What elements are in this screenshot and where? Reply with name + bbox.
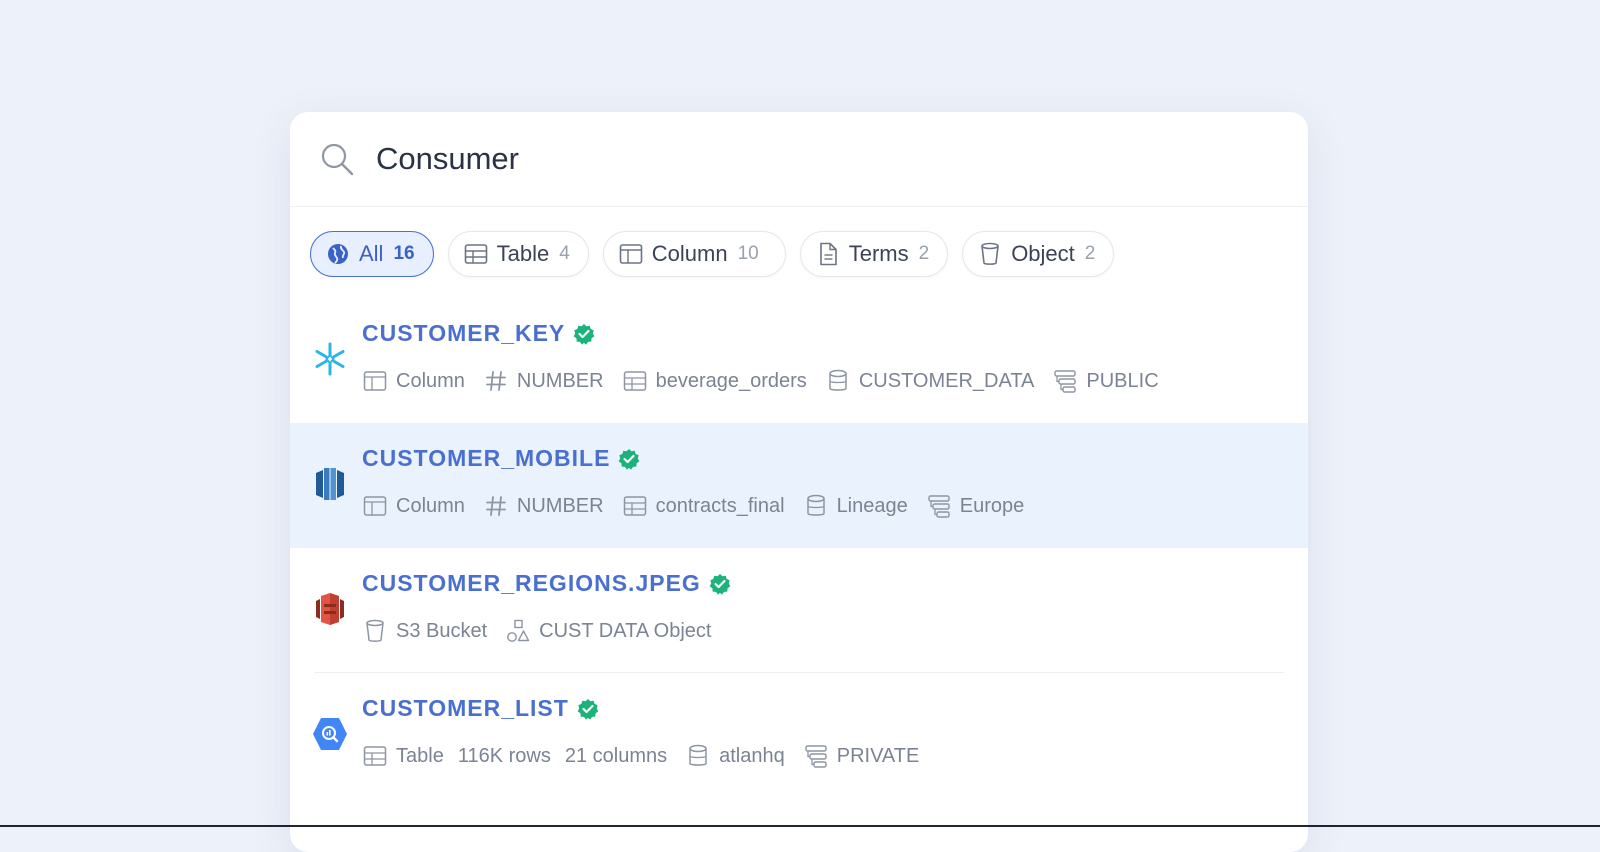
verified-badge-icon: [577, 698, 599, 720]
table-icon: [622, 493, 648, 519]
search-bar: [290, 112, 1308, 207]
snowflake-icon: [312, 341, 348, 377]
table-icon: [622, 368, 648, 394]
result-meta: Column NUMBER beverage_orders CUSTOMER_D…: [362, 368, 1177, 394]
filter-terms-chip[interactable]: Terms 2: [799, 231, 949, 277]
results-list: CUSTOMER_KEY Column NUMBER beverage_orde…: [290, 298, 1308, 798]
filter-label: Column: [651, 241, 728, 266]
verified-badge-icon: [709, 573, 731, 595]
filter-label: Table: [496, 241, 550, 266]
filter-label: Object: [1011, 241, 1075, 266]
filter-count: 2: [918, 243, 930, 264]
document-icon: [815, 241, 841, 267]
filter-object-chip[interactable]: Object 2: [962, 231, 1115, 277]
result-title[interactable]: CUSTOMER_LIST: [362, 695, 569, 722]
globe-icon: [325, 241, 351, 267]
database-icon: [803, 493, 829, 519]
result-meta: Table 116K rows 21 columns atlanhq PRIVA…: [362, 743, 937, 769]
database-icon: [685, 743, 711, 769]
filter-count: 10: [737, 243, 759, 264]
s3-icon: [312, 591, 348, 627]
meta-schema[interactable]: Europe: [960, 495, 1025, 518]
result-title[interactable]: CUSTOMER_MOBILE: [362, 445, 610, 472]
meta-schema[interactable]: PUBLIC: [1086, 370, 1158, 393]
meta-table[interactable]: contracts_final: [656, 495, 785, 518]
table-icon: [362, 743, 388, 769]
schema-icon: [1052, 368, 1078, 394]
column-icon: [362, 493, 388, 519]
meta-datatype: NUMBER: [516, 494, 604, 517]
filter-count: 16: [393, 243, 415, 264]
result-item[interactable]: CUSTOMER_REGIONS.JPEG S3 Bucket CUST DAT…: [290, 548, 1308, 673]
meta-type: Column: [396, 494, 465, 517]
meta-type: Column: [396, 369, 465, 392]
verified-badge-icon: [618, 448, 640, 470]
column-icon: [362, 368, 388, 394]
filter-count: 2: [1084, 243, 1096, 264]
table-icon: [463, 241, 489, 267]
result-meta: S3 Bucket CUST DATA Object: [362, 618, 729, 644]
result-meta: Column NUMBER contracts_final Lineage Eu…: [362, 493, 1042, 519]
filter-column-chip[interactable]: Column 10: [602, 231, 786, 277]
result-title[interactable]: CUSTOMER_KEY: [362, 320, 565, 347]
result-item[interactable]: CUSTOMER_KEY Column NUMBER beverage_orde…: [290, 298, 1308, 423]
meta-database[interactable]: Lineage: [837, 495, 908, 518]
filter-count: 4: [559, 243, 570, 264]
meta-type: S3 Bucket: [396, 619, 488, 642]
schema-icon: [926, 493, 952, 519]
bucket-icon: [362, 618, 388, 644]
meta-table[interactable]: beverage_orders: [656, 370, 807, 393]
meta-column-count: 21 columns: [564, 744, 668, 767]
meta-object[interactable]: CUST DATA Object: [539, 620, 711, 643]
meta-row-count: 116K rows: [457, 744, 551, 767]
shapes-icon: [505, 618, 531, 644]
schema-icon: [803, 743, 829, 769]
database-icon: [825, 368, 851, 394]
filter-label: All: [359, 241, 384, 266]
filter-all-chip[interactable]: All 16: [310, 231, 434, 277]
bigquery-icon: [312, 716, 348, 752]
hash-icon: [483, 493, 509, 519]
filter-chips: All 16 Table 4 Column 10 Terms 2 Object …: [290, 207, 1308, 277]
search-icon: [318, 140, 356, 178]
hash-icon: [483, 368, 509, 394]
result-item[interactable]: CUSTOMER_MOBILE Column NUMBER contracts_…: [290, 423, 1308, 548]
filter-label: Terms: [848, 241, 909, 266]
search-panel: All 16 Table 4 Column 10 Terms 2: [290, 112, 1308, 852]
search-input[interactable]: [374, 140, 1238, 178]
bucket-icon: [977, 241, 1003, 267]
result-title[interactable]: CUSTOMER_REGIONS.JPEG: [362, 570, 701, 597]
meta-database[interactable]: atlanhq: [719, 745, 785, 768]
verified-badge-icon: [573, 323, 595, 345]
meta-datatype: NUMBER: [516, 369, 604, 392]
result-item[interactable]: CUSTOMER_LIST Table 116K rows 21 columns…: [290, 673, 1308, 798]
meta-type: Table: [396, 744, 444, 767]
redshift-icon: [312, 466, 348, 502]
meta-database[interactable]: CUSTOMER_DATA: [859, 370, 1035, 393]
column-icon: [618, 241, 644, 267]
meta-schema[interactable]: PRIVATE: [837, 745, 920, 768]
filter-table-chip[interactable]: Table 4: [447, 231, 589, 277]
